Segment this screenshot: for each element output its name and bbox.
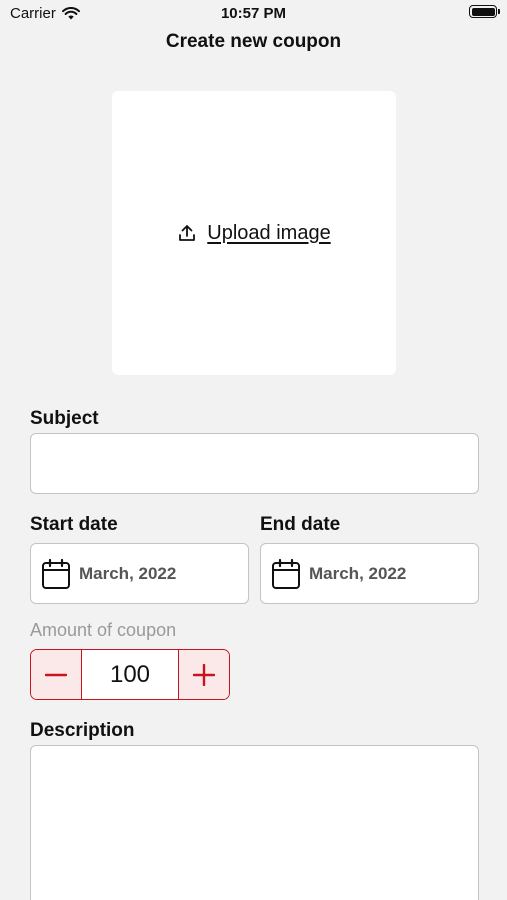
status-right	[469, 5, 500, 18]
upload-image-button[interactable]: Upload image	[112, 91, 396, 375]
upload-icon	[179, 225, 196, 241]
description-label: Description	[30, 720, 135, 741]
subject-field[interactable]	[30, 433, 479, 494]
battery-icon	[469, 5, 500, 18]
description-field[interactable]	[30, 745, 479, 900]
quantity-stepper: 100	[30, 649, 230, 700]
calendar-icon	[42, 558, 70, 589]
increment-button[interactable]	[179, 650, 229, 699]
end-date-label: End date	[260, 514, 341, 535]
amount-label: Amount of coupon	[30, 620, 177, 640]
page-title: Create new coupon	[165, 31, 342, 52]
decrement-button[interactable]	[31, 650, 81, 699]
start-date-label: Start date	[30, 514, 118, 535]
end-date-field[interactable]: March, 2022	[260, 543, 479, 604]
minus-icon	[45, 673, 67, 676]
status-time: 10:57 PM	[220, 5, 287, 22]
start-date-field[interactable]: March, 2022	[30, 543, 249, 604]
start-date-value: March, 2022	[79, 563, 177, 583]
amount-value[interactable]: 100	[81, 650, 179, 699]
status-bar: Carrier 10:57 PM	[0, 0, 507, 28]
plus-icon	[193, 663, 215, 686]
end-date-value: March, 2022	[309, 563, 407, 583]
upload-image-label: Upload image	[207, 221, 331, 244]
calendar-icon	[272, 558, 300, 589]
battery-fill	[471, 7, 495, 16]
subject-label: Subject	[30, 408, 99, 429]
